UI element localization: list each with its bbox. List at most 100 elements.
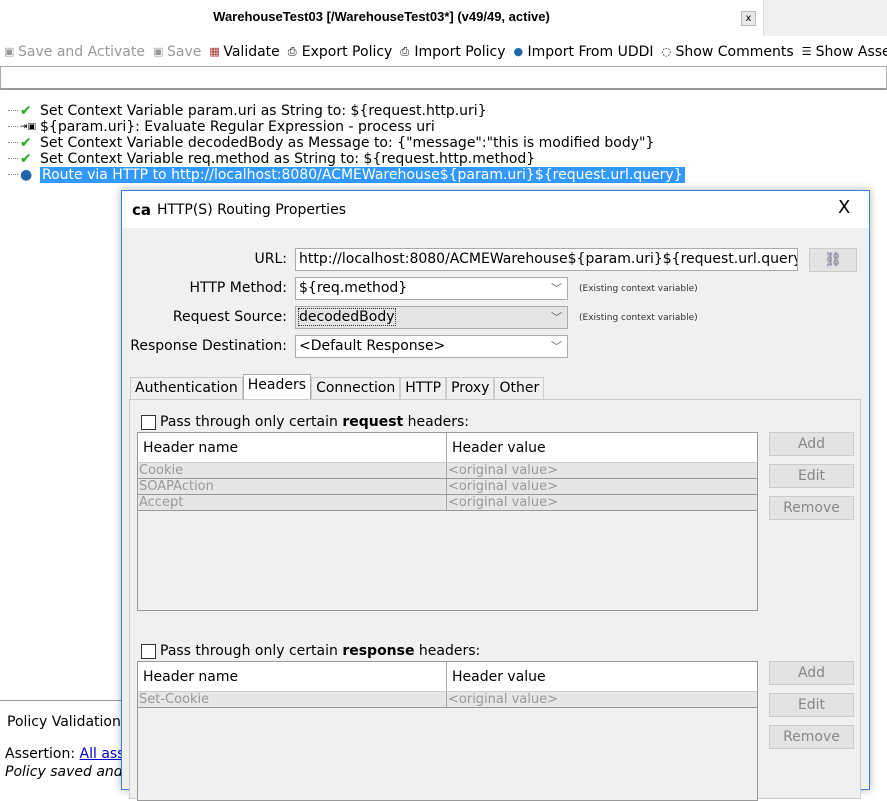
validate-button[interactable]: ▦ Validate — [209, 44, 279, 60]
window-title: WarehouseTest03 [/WarehouseTest03*] (v49… — [0, 0, 763, 36]
column-header-name[interactable]: Header name — [138, 433, 447, 462]
tab-bar: Authentication Headers Connection HTTP P… — [130, 374, 545, 399]
title-area-right — [763, 0, 887, 36]
label: Pass through only certain — [160, 414, 343, 430]
import-policy-button[interactable]: ⎙ Import Policy — [400, 44, 505, 60]
import-icon: ⎙ — [400, 45, 410, 58]
method-label: HTTP Method: — [189, 280, 287, 296]
remove-request-header-button[interactable]: Remove — [769, 496, 854, 520]
save-button[interactable]: ▣ Save — [153, 44, 201, 60]
status-text: Policy saved and — [5, 764, 123, 780]
check-icon: ✔ — [20, 103, 32, 119]
save-and-activate-button[interactable]: ▣ Save and Activate — [4, 44, 145, 60]
policy-tree: ✔ Set Context Variable param.uri as Strin… — [8, 103, 685, 183]
tab-headers[interactable]: Headers — [242, 374, 312, 399]
cell: <original value> — [448, 479, 559, 494]
value: decodedBody — [298, 308, 396, 326]
save-icon: ▣ — [4, 45, 15, 58]
table-row[interactable]: Set-Cookie <original value> — [138, 692, 757, 708]
label: Validate — [223, 44, 280, 60]
edit-request-header-button[interactable]: Edit — [769, 464, 854, 488]
http-method-select[interactable]: ${req.method} ﹀ — [295, 277, 568, 300]
validate-icon: ▦ — [209, 45, 220, 58]
value: <Default Response> — [299, 338, 446, 354]
label: Show Comments — [675, 44, 794, 60]
tree-item[interactable]: ✔ Set Context Variable param.uri as Strin… — [8, 103, 685, 119]
export-icon: ⎙ — [287, 45, 297, 58]
add-response-header-button[interactable]: Add — [769, 661, 854, 685]
tab-http[interactable]: HTTP — [400, 377, 447, 399]
cell: Cookie — [138, 463, 447, 478]
check-icon: ✔ — [20, 151, 32, 167]
response-headers-checkbox[interactable]: Pass through only certain response heade… — [141, 643, 480, 659]
label-bold: request — [342, 414, 404, 430]
search-input[interactable] — [0, 66, 887, 90]
tab-other[interactable]: Other — [494, 377, 545, 399]
tree-item[interactable]: ⇥▣ ${param.uri}: Evaluate Regular Express… — [8, 119, 685, 135]
dialog-title: HTTP(S) Routing Properties — [157, 201, 346, 218]
cell: Set-Cookie — [138, 692, 447, 707]
regex-icon: ⇥▣ — [20, 122, 37, 132]
policy-validation-panel: Policy Validation Assertion: All asse Po… — [0, 700, 133, 783]
globe-icon: ● — [513, 45, 524, 58]
export-policy-button[interactable]: ⎙ Export Policy — [288, 44, 393, 60]
tree-item[interactable]: ✔ Set Context Variable req.method as Stri… — [8, 151, 685, 167]
ca-logo: ca — [132, 200, 152, 219]
assertion-label: Assertion: — [5, 746, 76, 762]
column-header-value[interactable]: Header value — [447, 433, 757, 462]
toolbar: ▣ Save and Activate ▣ Save ▦ Validate ⎙ Expo… — [0, 40, 887, 64]
save-icon: ▣ — [152, 45, 164, 58]
close-tab-button[interactable]: x — [741, 11, 756, 26]
response-headers-table[interactable]: Header name Header value Set-Cookie <origi… — [137, 661, 758, 801]
dialog-close-button[interactable]: X — [838, 197, 850, 218]
label: Save — [166, 44, 202, 60]
source-label: Request Source: — [172, 309, 287, 325]
check-icon: ✔ — [20, 135, 32, 151]
headers-panel: Pass through only certain request header… — [129, 399, 861, 801]
dest-label: Response Destination: — [130, 338, 287, 354]
value: ${req.method} — [299, 280, 408, 296]
label: ${param.uri}: Evaluate Regular Expressio… — [40, 119, 435, 135]
table-row[interactable]: Accept <original value> — [138, 495, 757, 511]
routing-properties-dialog: ca HTTP(S) Routing Properties X URL: http… — [121, 190, 870, 801]
import-uddi-button[interactable]: ● Import From UDDI — [514, 44, 654, 60]
globe-icon: ● — [20, 167, 33, 183]
table-row[interactable]: SOAPAction <original value> — [138, 479, 757, 495]
url-edit-button[interactable]: ⛓ — [809, 248, 857, 272]
tree-item[interactable]: ✔ Set Context Variable decodedBody as Mes… — [8, 135, 685, 151]
url-label: URL: — [254, 251, 288, 267]
add-request-header-button[interactable]: Add — [769, 432, 854, 456]
column-header-name[interactable]: Header name — [138, 662, 447, 691]
tab-connection[interactable]: Connection — [311, 377, 401, 399]
label: headers: — [403, 414, 470, 430]
list-icon: ☰ — [801, 45, 812, 58]
request-headers-checkbox[interactable]: Pass through only certain request header… — [141, 414, 469, 430]
cell: Accept — [138, 495, 447, 510]
tree-item-selected[interactable]: ● Route via HTTP to http://localhost:8080… — [8, 167, 685, 183]
cell: <original value> — [448, 495, 559, 510]
label: Set Context Variable req.method as Strin… — [40, 151, 536, 167]
show-comments-button[interactable]: ◌ Show Comments — [662, 44, 794, 60]
request-headers-table[interactable]: Header name Header value Cookie <original … — [137, 432, 758, 611]
cell: <original value> — [448, 463, 559, 478]
chevron-down-icon: ﹀ — [551, 311, 562, 324]
remove-response-header-button[interactable]: Remove — [769, 725, 854, 749]
request-source-select[interactable]: decodedBody ﹀ — [295, 306, 568, 329]
comment-icon: ◌ — [661, 45, 672, 58]
response-destination-select[interactable]: <Default Response> ﹀ — [295, 335, 568, 358]
url-input[interactable]: http://localhost:8080/ACMEWarehouse${par… — [295, 248, 798, 271]
edit-response-header-button[interactable]: Edit — [769, 693, 854, 717]
label: Import Policy — [414, 44, 506, 60]
label: Export Policy — [301, 44, 393, 60]
tab-authentication[interactable]: Authentication — [130, 377, 243, 399]
source-hint: (Existing context variable) — [579, 313, 698, 323]
show-assertion-numbers-button[interactable]: ☰ Show Asse — [802, 44, 887, 60]
link-icon: ⛓ — [824, 252, 842, 268]
tab-proxy[interactable]: Proxy — [446, 377, 495, 399]
table-row[interactable]: Cookie <original value> — [138, 463, 757, 479]
column-header-value[interactable]: Header value — [447, 662, 757, 691]
label: Save and Activate — [18, 44, 145, 60]
dialog-titlebar: ca HTTP(S) Routing Properties — [122, 191, 869, 228]
panel-title: Policy Validation — [7, 714, 121, 730]
label: Set Context Variable param.uri as String… — [40, 103, 487, 119]
